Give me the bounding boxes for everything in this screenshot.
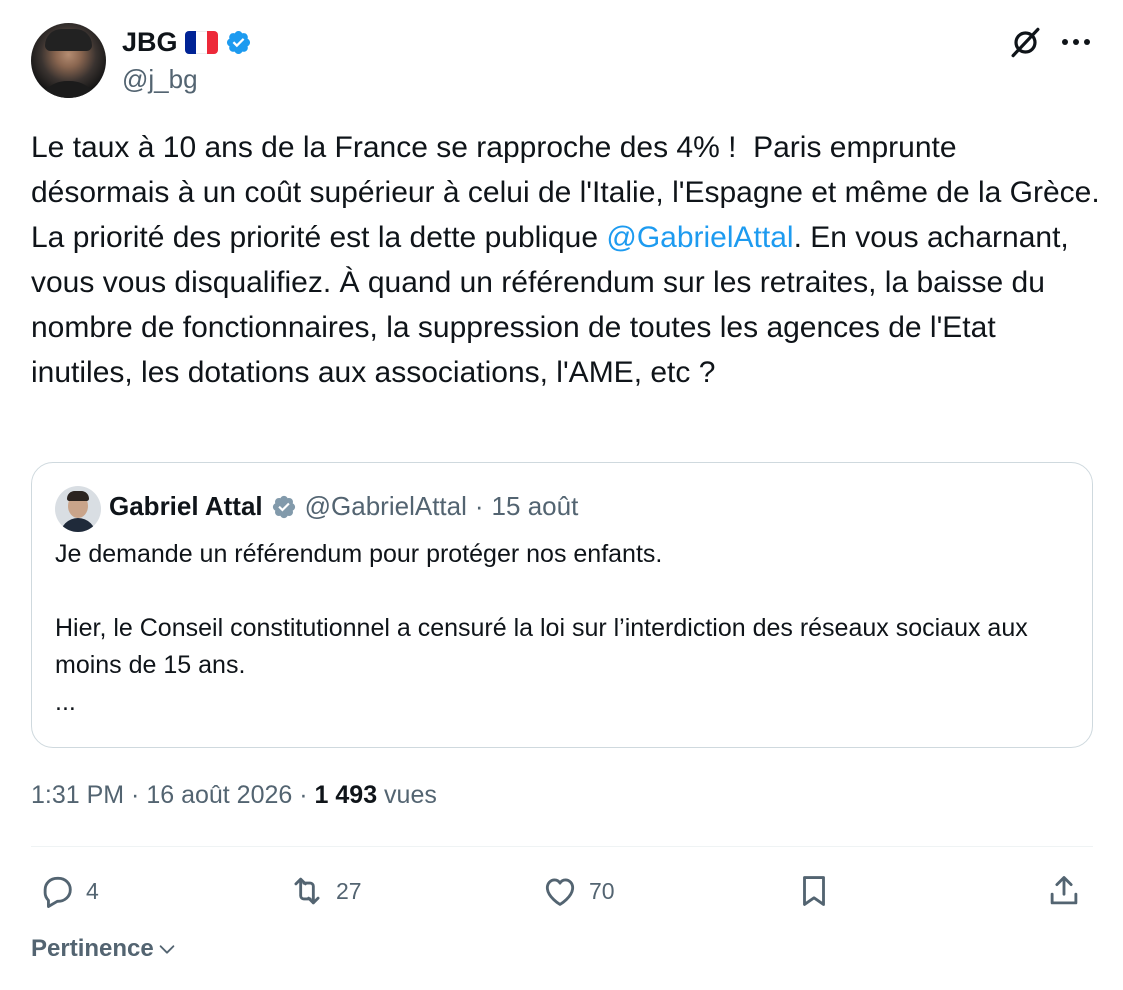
reply-button[interactable]: 4: [38, 870, 99, 912]
quoted-date[interactable]: 15 août: [492, 491, 579, 522]
bookmark-icon: [803, 876, 825, 906]
bookmark-button[interactable]: [795, 870, 833, 912]
chevron-down-icon: [159, 945, 175, 954]
meta-separator: ·: [292, 781, 315, 809]
author-handle[interactable]: @j_bg: [122, 64, 198, 95]
meta-separator: ·: [124, 781, 147, 809]
avatar-suit: [60, 518, 96, 532]
tweet-time[interactable]: 1:31 PM: [31, 781, 124, 809]
quoted-tweet[interactable]: Gabriel Attal @GabrielAttal · 15 août Je…: [31, 462, 1093, 748]
share-icon: [1050, 876, 1078, 905]
author-name[interactable]: JBG: [122, 27, 178, 58]
tweet-meta: 1:31 PM · 16 août 2026 · 1 493 vues: [31, 781, 437, 810]
views-label: vues: [377, 781, 437, 809]
reply-icon: [43, 876, 72, 908]
avatar-hair: [45, 29, 92, 51]
tweet-date[interactable]: 16 août 2026: [146, 781, 292, 809]
share-button[interactable]: [1045, 870, 1083, 912]
author-name-row[interactable]: JBG: [122, 27, 252, 58]
government-badge-icon: [272, 495, 295, 518]
like-count: 70: [589, 877, 615, 904]
repost-icon: [294, 877, 320, 905]
repost-count: 27: [336, 877, 362, 904]
reply-count: 4: [86, 877, 99, 904]
repost-button[interactable]: 27: [288, 870, 362, 912]
tweet-text: Le taux à 10 ans de la France se rapproc…: [31, 125, 1101, 395]
france-flag-icon: [184, 31, 218, 54]
author-avatar[interactable]: [31, 23, 106, 98]
verified-badge-icon: [226, 30, 250, 55]
like-button[interactable]: 70: [541, 870, 615, 912]
quoted-author-name[interactable]: Gabriel Attal: [109, 491, 263, 522]
quoted-header: Gabriel Attal @GabrielAttal · 15 août: [109, 491, 578, 522]
grok-icon[interactable]: [1008, 25, 1043, 60]
quoted-author-handle[interactable]: @GabrielAttal: [305, 491, 467, 522]
quoted-text: Je demande un référendum pour protéger n…: [55, 540, 1028, 716]
quoted-separator: ·: [474, 491, 484, 521]
more-options-icon[interactable]: [1058, 29, 1094, 55]
sort-label: Pertinence: [31, 935, 154, 962]
mention-link[interactable]: @GabrielAttal: [606, 221, 793, 254]
divider: [31, 846, 1093, 847]
views-count: 1 493: [314, 781, 378, 809]
heart-icon: [545, 878, 575, 906]
sort-dropdown[interactable]: Pertinence: [31, 935, 178, 963]
avatar-hair: [67, 491, 89, 501]
avatar-shirt: [37, 81, 100, 98]
quoted-author-avatar[interactable]: [55, 486, 101, 532]
